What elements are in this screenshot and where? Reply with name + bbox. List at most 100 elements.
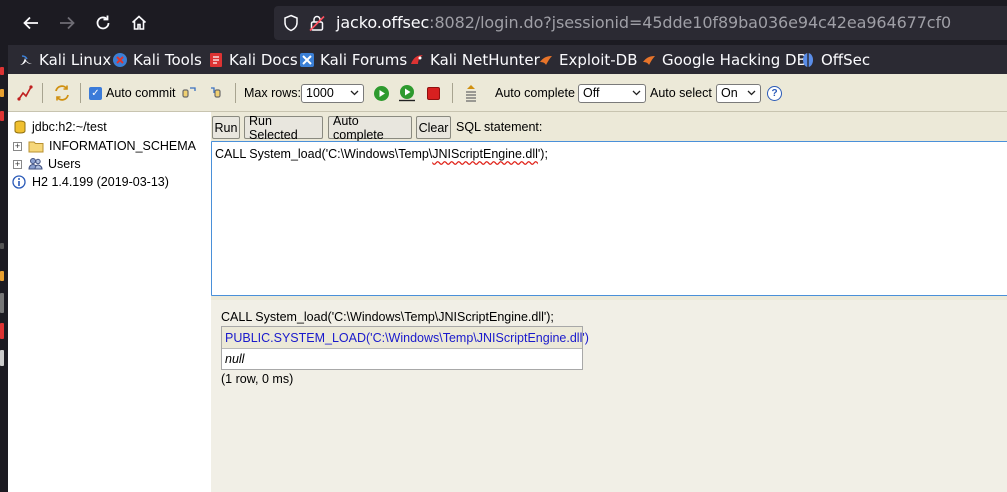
edge-mark — [0, 293, 4, 313]
h2-toolbar: ✓ Auto commit Max rows: 1000 Auto comple… — [8, 74, 1007, 112]
stop-button[interactable] — [426, 74, 441, 112]
result-table: PUBLIC.SYSTEM_LOAD('C:\Windows\Temp\JNIS… — [221, 326, 589, 370]
bookmarks-bar: Kali Linux Kali Tools Kali Docs Kali For… — [0, 45, 1007, 74]
help-button[interactable]: ? — [767, 74, 782, 112]
kali-dragon-icon — [20, 55, 32, 65]
schema-label: INFORMATION_SCHEMA — [49, 139, 196, 153]
back-button[interactable] — [18, 10, 44, 36]
auto-commit-label: Auto commit — [106, 86, 176, 100]
refresh-tree-button[interactable] — [53, 74, 71, 112]
chevron-down-icon — [632, 90, 641, 96]
home-button[interactable] — [126, 10, 152, 36]
sql-suffix: '); — [537, 147, 548, 161]
history-button[interactable] — [463, 74, 479, 112]
bookmark-label: Kali Linux — [39, 51, 112, 69]
result-statement: CALL System_load('C:\Windows\Temp\JNIScr… — [221, 310, 554, 324]
toolbar-separator — [42, 83, 43, 103]
run-button[interactable]: Run — [212, 116, 240, 139]
bookmark-exploit-db[interactable]: Exploit-DB — [538, 50, 638, 70]
help-icon: ? — [767, 85, 782, 101]
connection-label: jdbc:h2:~/test — [32, 120, 107, 134]
sql-text[interactable]: CALL System_load('C:\Windows\Temp\JNIScr… — [215, 147, 548, 161]
result-row-count: (1 row, 0 ms) — [221, 372, 294, 386]
commit-icon — [182, 87, 196, 98]
chevron-down-icon — [350, 90, 359, 96]
exploit-db-icon — [540, 56, 552, 65]
refresh-icon — [55, 85, 69, 101]
bookmark-label: Kali Forums — [320, 51, 408, 69]
rollback-button[interactable] — [209, 74, 225, 112]
home-icon — [131, 15, 147, 30]
stop-icon — [427, 86, 440, 100]
toolbar-separator — [80, 83, 81, 103]
bookmark-kali-forums[interactable]: Kali Forums — [299, 50, 407, 70]
rollback-icon — [211, 87, 221, 98]
expand-icon[interactable]: + — [13, 141, 22, 151]
auto-select-select[interactable]: On — [716, 74, 761, 112]
schema-tree: jdbc:h2:~/test + INFORMATION_SCHEMA + Us… — [8, 112, 211, 492]
expand-icon[interactable]: + — [13, 159, 22, 169]
url-host: jacko.offsec — [336, 13, 430, 32]
reload-button[interactable] — [90, 10, 116, 36]
bookmark-kali-tools[interactable]: Kali Tools — [112, 50, 202, 70]
reload-icon — [96, 15, 110, 30]
play-selected-icon — [399, 85, 415, 102]
max-rows-dropdown[interactable]: 1000 — [301, 83, 364, 103]
auto-select-dropdown[interactable]: On — [716, 83, 761, 103]
sql-editor[interactable]: CALL System_load('C:\Windows\Temp\JNIScr… — [211, 141, 1007, 296]
auto-commit-checkbox[interactable]: ✓ Auto commit — [89, 74, 175, 112]
tree-item-users[interactable]: + Users — [13, 155, 81, 173]
auto-complete-value: Off — [583, 86, 600, 100]
result-pane: CALL System_load('C:\Windows\Temp\JNIScr… — [211, 300, 1007, 492]
edge-mark — [0, 111, 4, 121]
sql-misspelled-word: JNIScriptEngine.dll — [432, 147, 538, 161]
background-window-edge — [0, 45, 8, 492]
max-rows-value: 1000 — [306, 86, 334, 100]
disconnect-button[interactable] — [16, 74, 34, 112]
run-selected-button[interactable]: Run Selected — [244, 114, 323, 142]
max-rows-label: Max rows: — [244, 74, 301, 112]
bookmark-kali-docs[interactable]: Kali Docs — [208, 50, 298, 70]
result-column-header[interactable]: PUBLIC.SYSTEM_LOAD('C:\Windows\Temp\JNIS… — [222, 327, 589, 349]
tree-item-version: H2 1.4.199 (2019-03-13) — [12, 173, 169, 191]
forward-button[interactable] — [54, 10, 80, 36]
execute-selected-button[interactable] — [398, 74, 416, 112]
auto-complete-button[interactable]: Auto complete — [328, 114, 412, 142]
users-icon — [28, 158, 43, 170]
auto-complete-select[interactable]: Off — [578, 74, 646, 112]
ghdb-icon — [643, 56, 655, 65]
execute-button[interactable] — [373, 74, 390, 112]
shield-icon[interactable] — [282, 14, 300, 32]
clear-button[interactable]: Clear — [416, 116, 451, 139]
url-text[interactable]: jacko.offsec:8082/login.do?jsessionid=45… — [336, 13, 951, 32]
auto-select-value: On — [721, 86, 738, 100]
edge-mark — [0, 350, 4, 366]
auto-select-text: Auto select — [650, 86, 712, 100]
bookmark-kali-nethunter[interactable]: Kali NetHunter — [409, 50, 540, 70]
chevron-down-icon — [747, 90, 756, 96]
checkbox-checked-icon: ✓ — [89, 86, 102, 100]
bookmark-label: OffSec — [821, 51, 871, 69]
url-bar[interactable]: jacko.offsec:8082/login.do?jsessionid=45… — [274, 6, 1007, 40]
commit-button[interactable] — [181, 74, 197, 112]
offsec-icon — [803, 53, 813, 67]
edge-mark — [0, 243, 4, 249]
edge-mark — [0, 271, 4, 281]
auto-complete-text: Auto complete — [495, 86, 575, 100]
bookmark-label: Google Hacking DB — [662, 51, 807, 69]
kali-docs-icon — [210, 53, 222, 67]
auto-select-label: Auto select — [650, 74, 712, 112]
bookmark-label: Kali Tools — [133, 51, 202, 69]
auto-complete-dropdown[interactable]: Off — [578, 83, 646, 103]
tree-item-information-schema[interactable]: + INFORMATION_SCHEMA — [13, 137, 196, 155]
bookmark-kali-linux[interactable]: Kali Linux — [18, 50, 111, 70]
insecure-lock-icon[interactable] — [308, 14, 326, 32]
bookmark-label: Kali NetHunter — [430, 51, 540, 69]
play-icon — [374, 85, 389, 101]
bookmark-offsec[interactable]: OffSec — [800, 50, 870, 70]
bookmark-google-hacking-db[interactable]: Google Hacking DB — [641, 50, 807, 70]
tree-item-connection[interactable]: jdbc:h2:~/test — [14, 118, 107, 136]
max-rows-select[interactable]: 1000 — [301, 74, 364, 112]
edge-mark — [0, 323, 4, 339]
folder-icon — [28, 141, 44, 152]
